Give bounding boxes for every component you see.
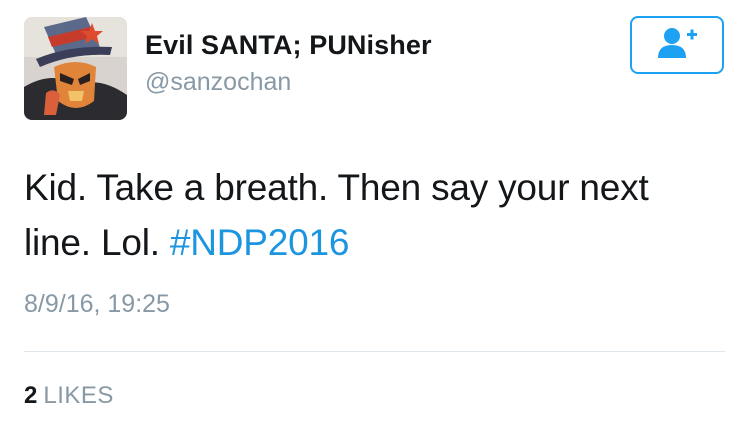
likes-stat[interactable]: 2 LIKES [24,382,114,410]
tweet-text: Kid. Take a breath. Then say your next l… [24,160,724,270]
avatar-image [24,17,127,120]
add-user-icon [656,27,698,64]
likes-label: LIKES [43,382,114,409]
divider [24,351,725,352]
likes-count: 2 [24,382,38,409]
display-name[interactable]: Evil SANTA; PUNisher [145,30,432,61]
follow-button[interactable] [630,16,724,74]
tweet-card: Evil SANTA; PUNisher @sanzochan Kid. Tak… [0,0,750,431]
avatar[interactable] [24,17,127,120]
user-handle[interactable]: @sanzochan [145,68,291,97]
tweet-timestamp[interactable]: 8/9/16, 19:25 [24,290,170,319]
hashtag-link[interactable]: #NDP2016 [170,222,350,263]
